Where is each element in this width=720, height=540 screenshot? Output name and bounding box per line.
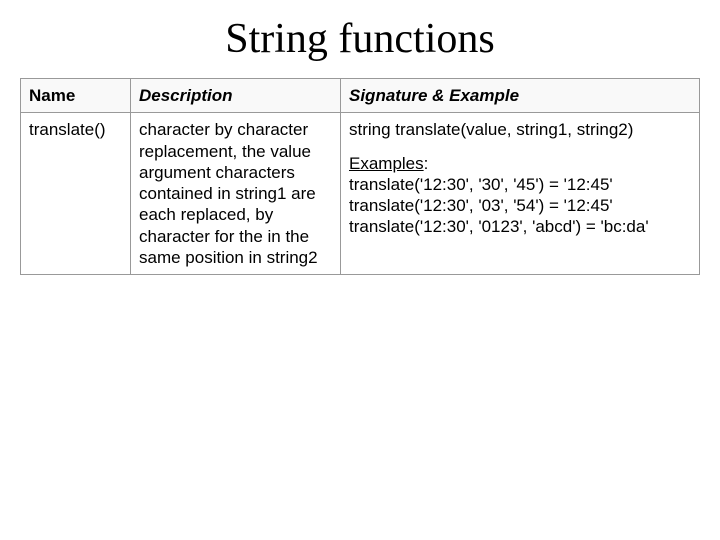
cell-signature: string translate(value, string1, string2…: [341, 113, 700, 275]
signature-text: string translate(value, string1, string2…: [349, 119, 691, 140]
cell-name: translate(): [21, 113, 131, 275]
table-row: translate() character by character repla…: [21, 113, 700, 275]
col-header-signature: Signature & Example: [341, 79, 700, 113]
page-title: String functions: [20, 15, 700, 63]
col-header-name: Name: [21, 79, 131, 113]
example-line: translate('12:30', '0123', 'abcd') = 'bc…: [349, 217, 649, 236]
table-header-row: Name Description Signature & Example: [21, 79, 700, 113]
cell-description: character by character replacement, the …: [131, 113, 341, 275]
slide: String functions Name Description Signat…: [0, 0, 720, 540]
col-header-description: Description: [131, 79, 341, 113]
examples-label: Examples: [349, 154, 424, 173]
example-line: translate('12:30', '03', '54') = '12:45': [349, 196, 613, 215]
example-line: translate('12:30', '30', '45') = '12:45': [349, 175, 613, 194]
examples-colon: :: [424, 154, 429, 173]
examples-block: Examples: translate('12:30', '30', '45')…: [349, 153, 691, 238]
functions-table: Name Description Signature & Example tra…: [20, 78, 700, 275]
